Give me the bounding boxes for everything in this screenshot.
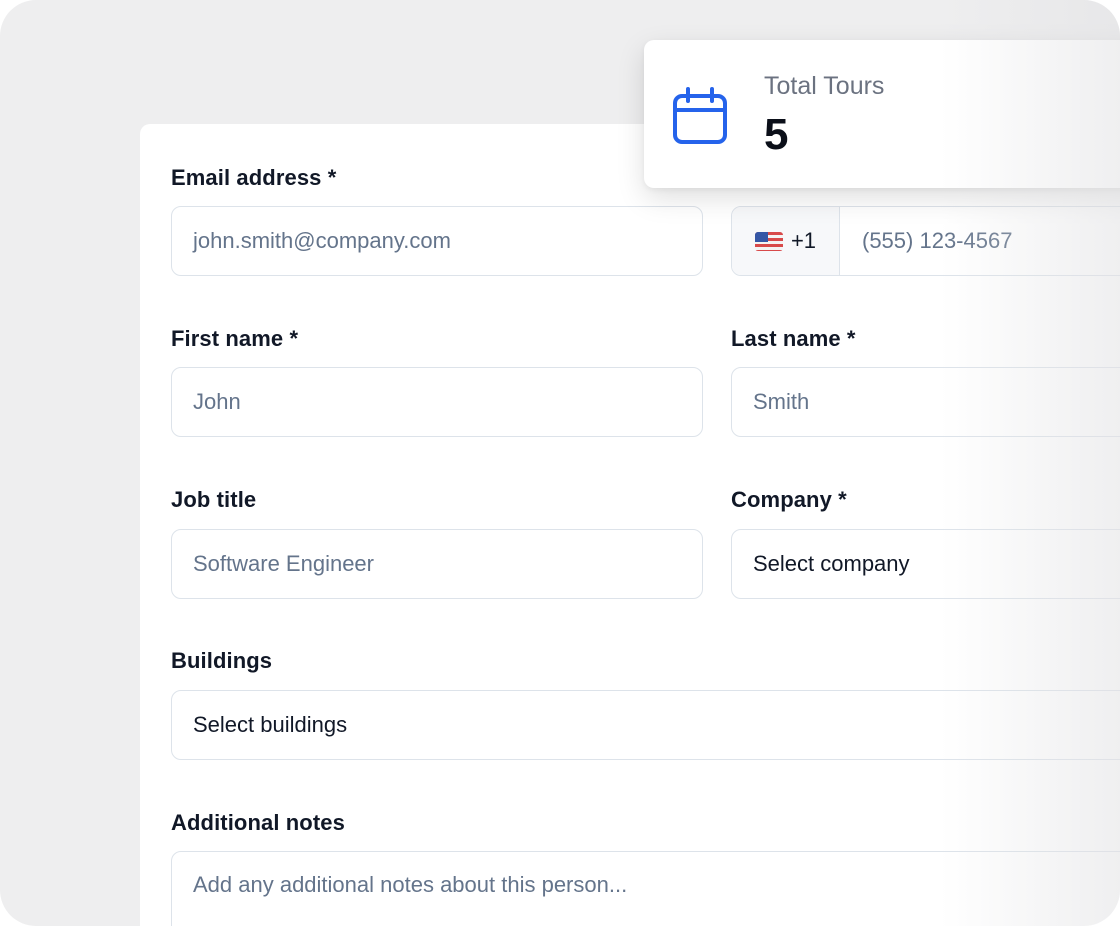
email-label: Email address * xyxy=(171,165,337,190)
buildings-select[interactable]: Select buildings xyxy=(171,690,1120,760)
first-name-field[interactable]: John xyxy=(171,367,703,437)
job-title-label: Job title xyxy=(171,487,257,512)
notes-textarea[interactable]: Add any additional notes about this pers… xyxy=(171,851,1120,926)
company-label: Company * xyxy=(731,487,847,512)
last-name-field[interactable]: Smith xyxy=(731,367,1120,437)
country-code: +1 xyxy=(790,228,817,253)
stat-value: 5 xyxy=(764,110,789,159)
first-name-label: First name * xyxy=(171,326,299,351)
notes-label: Additional notes xyxy=(171,810,345,835)
stat-title: Total Tours xyxy=(764,72,885,100)
last-name-label: Last name * xyxy=(731,326,856,351)
company-select[interactable]: Select company xyxy=(731,529,1120,599)
phone-input[interactable]: (555) 123-4567 xyxy=(840,207,1120,275)
calendar-icon xyxy=(673,87,727,144)
phone-field-group: +1 (555) 123-4567 xyxy=(731,206,1120,276)
job-title-field[interactable]: Software Engineer xyxy=(171,529,703,599)
us-flag-icon xyxy=(754,231,783,251)
app-frame: Email address * john.smith@company.com +… xyxy=(0,0,1120,926)
total-tours-card: Total Tours 5 xyxy=(644,40,1120,188)
email-field[interactable]: john.smith@company.com xyxy=(171,206,703,276)
country-code-select[interactable]: +1 xyxy=(732,207,840,275)
buildings-label: Buildings xyxy=(171,648,273,673)
